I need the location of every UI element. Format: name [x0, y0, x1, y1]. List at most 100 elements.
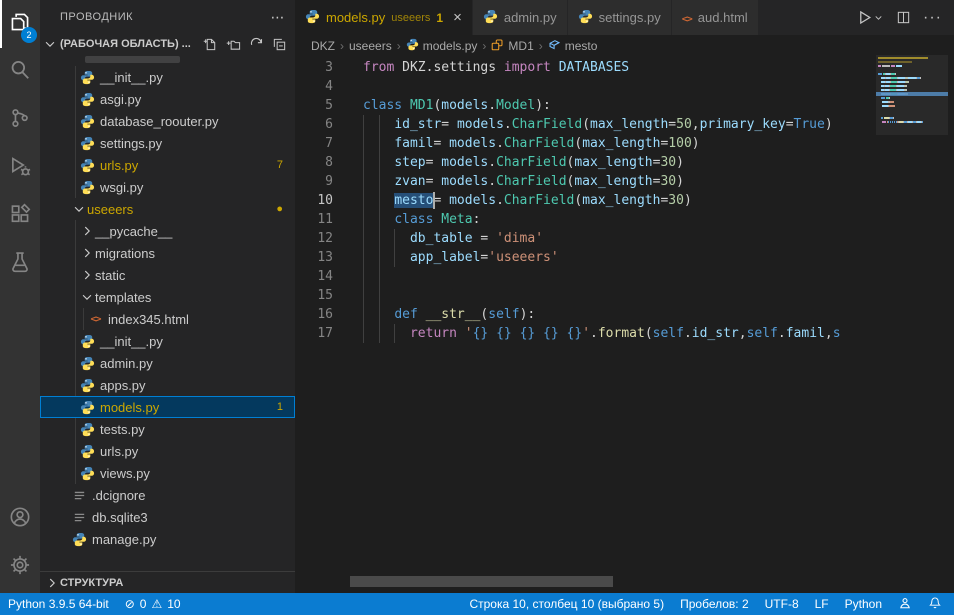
- code-line-10[interactable]: 10 mesto= models.CharField(max_length=30…: [295, 191, 878, 210]
- activitybar-explorer[interactable]: 2: [0, 0, 40, 48]
- line-number[interactable]: 7: [295, 134, 333, 153]
- more-actions-button[interactable]: ···: [923, 9, 942, 27]
- code-token: ): [825, 117, 833, 132]
- line-number[interactable]: 6: [295, 115, 333, 134]
- code-line-12[interactable]: 12 db_table = 'dima': [295, 229, 878, 248]
- code-line-5[interactable]: 5class MD1(models.Model):: [295, 96, 878, 115]
- tab-aud.html[interactable]: <>aud.html: [672, 0, 759, 35]
- status-encoding[interactable]: UTF-8: [757, 593, 807, 615]
- code-line-8[interactable]: 8 step= models.CharField(max_length=30): [295, 153, 878, 172]
- activitybar-run-and-debug[interactable]: [0, 144, 40, 192]
- new-file-button[interactable]: [203, 37, 218, 52]
- line-number[interactable]: 5: [295, 96, 333, 115]
- code-line-9[interactable]: 9 zvan= models.CharField(max_length=30): [295, 172, 878, 191]
- breadcrumb-item-DKZ[interactable]: DKZ: [311, 39, 335, 53]
- status-label: UTF-8: [765, 597, 799, 611]
- line-number[interactable]: 4: [295, 77, 333, 96]
- line-number[interactable]: 8: [295, 153, 333, 172]
- tree-item-useeers[interactable]: useeers●: [40, 198, 295, 220]
- tree-item-urls.py[interactable]: urls.py7: [40, 154, 295, 176]
- workspace-section-header[interactable]: (РАБОЧАЯ ОБЛАСТЬ) ...: [40, 34, 295, 54]
- status-notifications[interactable]: [920, 593, 950, 615]
- line-number[interactable]: 10: [295, 191, 333, 210]
- new-folder-button[interactable]: [226, 37, 241, 52]
- breadcrumb-item-useeers[interactable]: useeers: [349, 39, 392, 53]
- line-number[interactable]: 9: [295, 172, 333, 191]
- breadcrumb-item-models.py[interactable]: models.py: [406, 38, 478, 54]
- line-number[interactable]: 16: [295, 305, 333, 324]
- indent-guide: [363, 210, 364, 229]
- tab-settings.py[interactable]: settings.py: [568, 0, 672, 35]
- code-line-6[interactable]: 6 id_str= models.CharField(max_length=50…: [295, 115, 878, 134]
- activitybar-extensions[interactable]: [0, 192, 40, 240]
- activitybar-search[interactable]: [0, 48, 40, 96]
- breadcrumb-item-mesto[interactable]: mesto: [548, 38, 598, 54]
- explorer-more-actions-button[interactable]: ⋯: [271, 9, 286, 26]
- tree-item-db.sqlite3[interactable]: db.sqlite3: [40, 506, 295, 528]
- code-line-7[interactable]: 7 famil= models.CharField(max_length=100…: [295, 134, 878, 153]
- tree-item-views.py[interactable]: views.py: [40, 462, 295, 484]
- code-token: .: [496, 193, 504, 208]
- status-python-interpreter[interactable]: Python 3.9.5 64-bit: [0, 593, 117, 615]
- status-language-mode[interactable]: Python: [837, 593, 890, 615]
- code-line-15[interactable]: 15: [295, 286, 878, 305]
- activitybar-source-control[interactable]: [0, 96, 40, 144]
- tree-item-migrations[interactable]: migrations: [40, 242, 295, 264]
- tree-item-models.py[interactable]: models.py1: [40, 396, 295, 418]
- tree-item-index345.html[interactable]: <>index345.html: [40, 308, 295, 330]
- tree-item-label: asgi.py: [100, 92, 141, 107]
- tree-item-asgi.py[interactable]: asgi.py: [40, 88, 295, 110]
- code-line-14[interactable]: 14: [295, 267, 878, 286]
- code-line-17[interactable]: 17 return '{} {} {} {} {}'.format(self.i…: [295, 324, 878, 343]
- tree-item-tests.py[interactable]: tests.py: [40, 418, 295, 440]
- tree-item-static[interactable]: static: [40, 264, 295, 286]
- python-file-icon: [79, 92, 96, 107]
- line-number[interactable]: 12: [295, 229, 333, 248]
- minimap[interactable]: [878, 57, 946, 125]
- tree-item-settings.py[interactable]: settings.py: [40, 132, 295, 154]
- code-token: db_table: [410, 231, 473, 246]
- tree-item-urls.py[interactable]: urls.py: [40, 440, 295, 462]
- status-feedback[interactable]: [890, 593, 920, 615]
- activitybar-manage-settings[interactable]: [0, 543, 40, 591]
- tree-item-__init__.py[interactable]: __init__.py: [40, 66, 295, 88]
- collapse-all-button[interactable]: [272, 37, 287, 52]
- tree-item-manage.py[interactable]: manage.py: [40, 528, 295, 550]
- breadcrumb-item-MD1[interactable]: MD1: [491, 38, 533, 54]
- refresh-button[interactable]: [249, 37, 264, 52]
- tree-item-__pycache__[interactable]: __pycache__: [40, 220, 295, 242]
- horizontal-scrollbar[interactable]: [350, 576, 613, 587]
- tree-item-.dcignore[interactable]: .dcignore: [40, 484, 295, 506]
- tree-item-database_roouter.py[interactable]: database_roouter.py: [40, 110, 295, 132]
- close-icon[interactable]: ×: [453, 10, 462, 25]
- code-line-4[interactable]: 4: [295, 77, 878, 96]
- code-line-3[interactable]: 3from DKZ.settings import DATABASES: [295, 58, 878, 77]
- outline-section-header[interactable]: СТРУКТУРА: [40, 571, 295, 593]
- line-number[interactable]: 13: [295, 248, 333, 267]
- status-problems[interactable]: ⊘0⚠10: [117, 593, 189, 615]
- activitybar-account[interactable]: [0, 495, 40, 543]
- status-cursor-position[interactable]: Строка 10, столбец 10 (выбрано 5): [461, 593, 672, 615]
- code-line-11[interactable]: 11 class Meta:: [295, 210, 878, 229]
- tree-item-__init__.py[interactable]: __init__.py: [40, 330, 295, 352]
- minimap-line: [878, 85, 946, 87]
- code-line-13[interactable]: 13 app_label='useeers': [295, 248, 878, 267]
- line-number[interactable]: 14: [295, 267, 333, 286]
- line-number[interactable]: 15: [295, 286, 333, 305]
- code-line-16[interactable]: 16 def __str__(self):: [295, 305, 878, 324]
- tree-item-templates[interactable]: templates: [40, 286, 295, 308]
- code-area[interactable]: 3from DKZ.settings import DATABASES45cla…: [295, 57, 878, 343]
- run-button[interactable]: [856, 9, 884, 26]
- tree-item-admin.py[interactable]: admin.py: [40, 352, 295, 374]
- split-editor-button[interactable]: [896, 10, 911, 25]
- activitybar-testing[interactable]: [0, 240, 40, 288]
- status-eol[interactable]: LF: [807, 593, 837, 615]
- tree-item-wsgi.py[interactable]: wsgi.py: [40, 176, 295, 198]
- line-number[interactable]: 17: [295, 324, 333, 343]
- line-number[interactable]: 11: [295, 210, 333, 229]
- tree-item-apps.py[interactable]: apps.py: [40, 374, 295, 396]
- line-number[interactable]: 3: [295, 58, 333, 77]
- status-indentation[interactable]: Пробелов: 2: [672, 593, 757, 615]
- tab-admin.py[interactable]: admin.py: [473, 0, 568, 35]
- tab-models.py[interactable]: models.pyuseeers1×: [295, 0, 473, 35]
